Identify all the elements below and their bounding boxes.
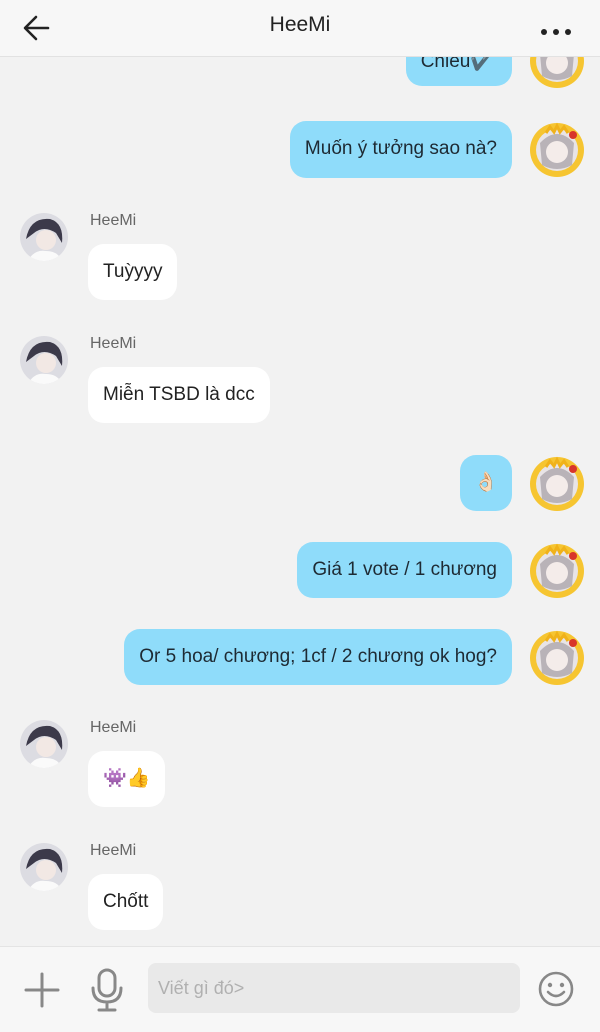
avatar[interactable]: [528, 121, 586, 179]
more-button[interactable]: [538, 14, 582, 38]
chat-header: HeeMi: [0, 0, 600, 57]
message-bubble[interactable]: Muốn ý tưởng sao nà?: [289, 121, 512, 178]
message-bubble[interactable]: 👾👍: [88, 751, 166, 807]
sender-name: HeeMi: [90, 719, 137, 736]
message-bubble[interactable]: Tuỳyyy: [88, 244, 178, 300]
microphone-icon: [91, 968, 123, 1012]
sender-name: HeeMi: [90, 842, 137, 859]
avatar[interactable]: [20, 336, 68, 384]
plus-icon: [24, 972, 60, 1008]
message-bubble[interactable]: 👌🏻: [460, 455, 512, 511]
message-bubble[interactable]: Or 5 hoa/ chương; 1cf / 2 chương ok hog?: [124, 629, 512, 685]
voice-button[interactable]: [90, 968, 124, 1012]
message-bubble[interactable]: Giá 1 vote / 1 chương: [297, 542, 512, 598]
message-list[interactable]: Chiều✔️ Muốn ý tưởng sao nà? HeeMi Tuỳyy…: [0, 0, 600, 946]
message-bubble[interactable]: Miễn TSBD là dcc: [88, 367, 270, 423]
sender-name: HeeMi: [90, 212, 137, 229]
message-bubble[interactable]: Chốtt: [88, 874, 164, 930]
avatar[interactable]: [20, 843, 68, 891]
message-input[interactable]: [148, 963, 520, 1013]
avatar[interactable]: [528, 455, 586, 513]
avatar[interactable]: [20, 720, 68, 768]
sender-name: HeeMi: [90, 335, 137, 352]
add-attachment-button[interactable]: [22, 970, 62, 1010]
more-dots-icon: [541, 29, 547, 35]
smiley-icon: [538, 971, 574, 1007]
avatar[interactable]: [20, 213, 68, 261]
page-title: HeeMi: [269, 13, 331, 36]
emoji-button[interactable]: [537, 970, 575, 1008]
avatar[interactable]: [528, 542, 586, 600]
avatar[interactable]: [528, 629, 586, 687]
